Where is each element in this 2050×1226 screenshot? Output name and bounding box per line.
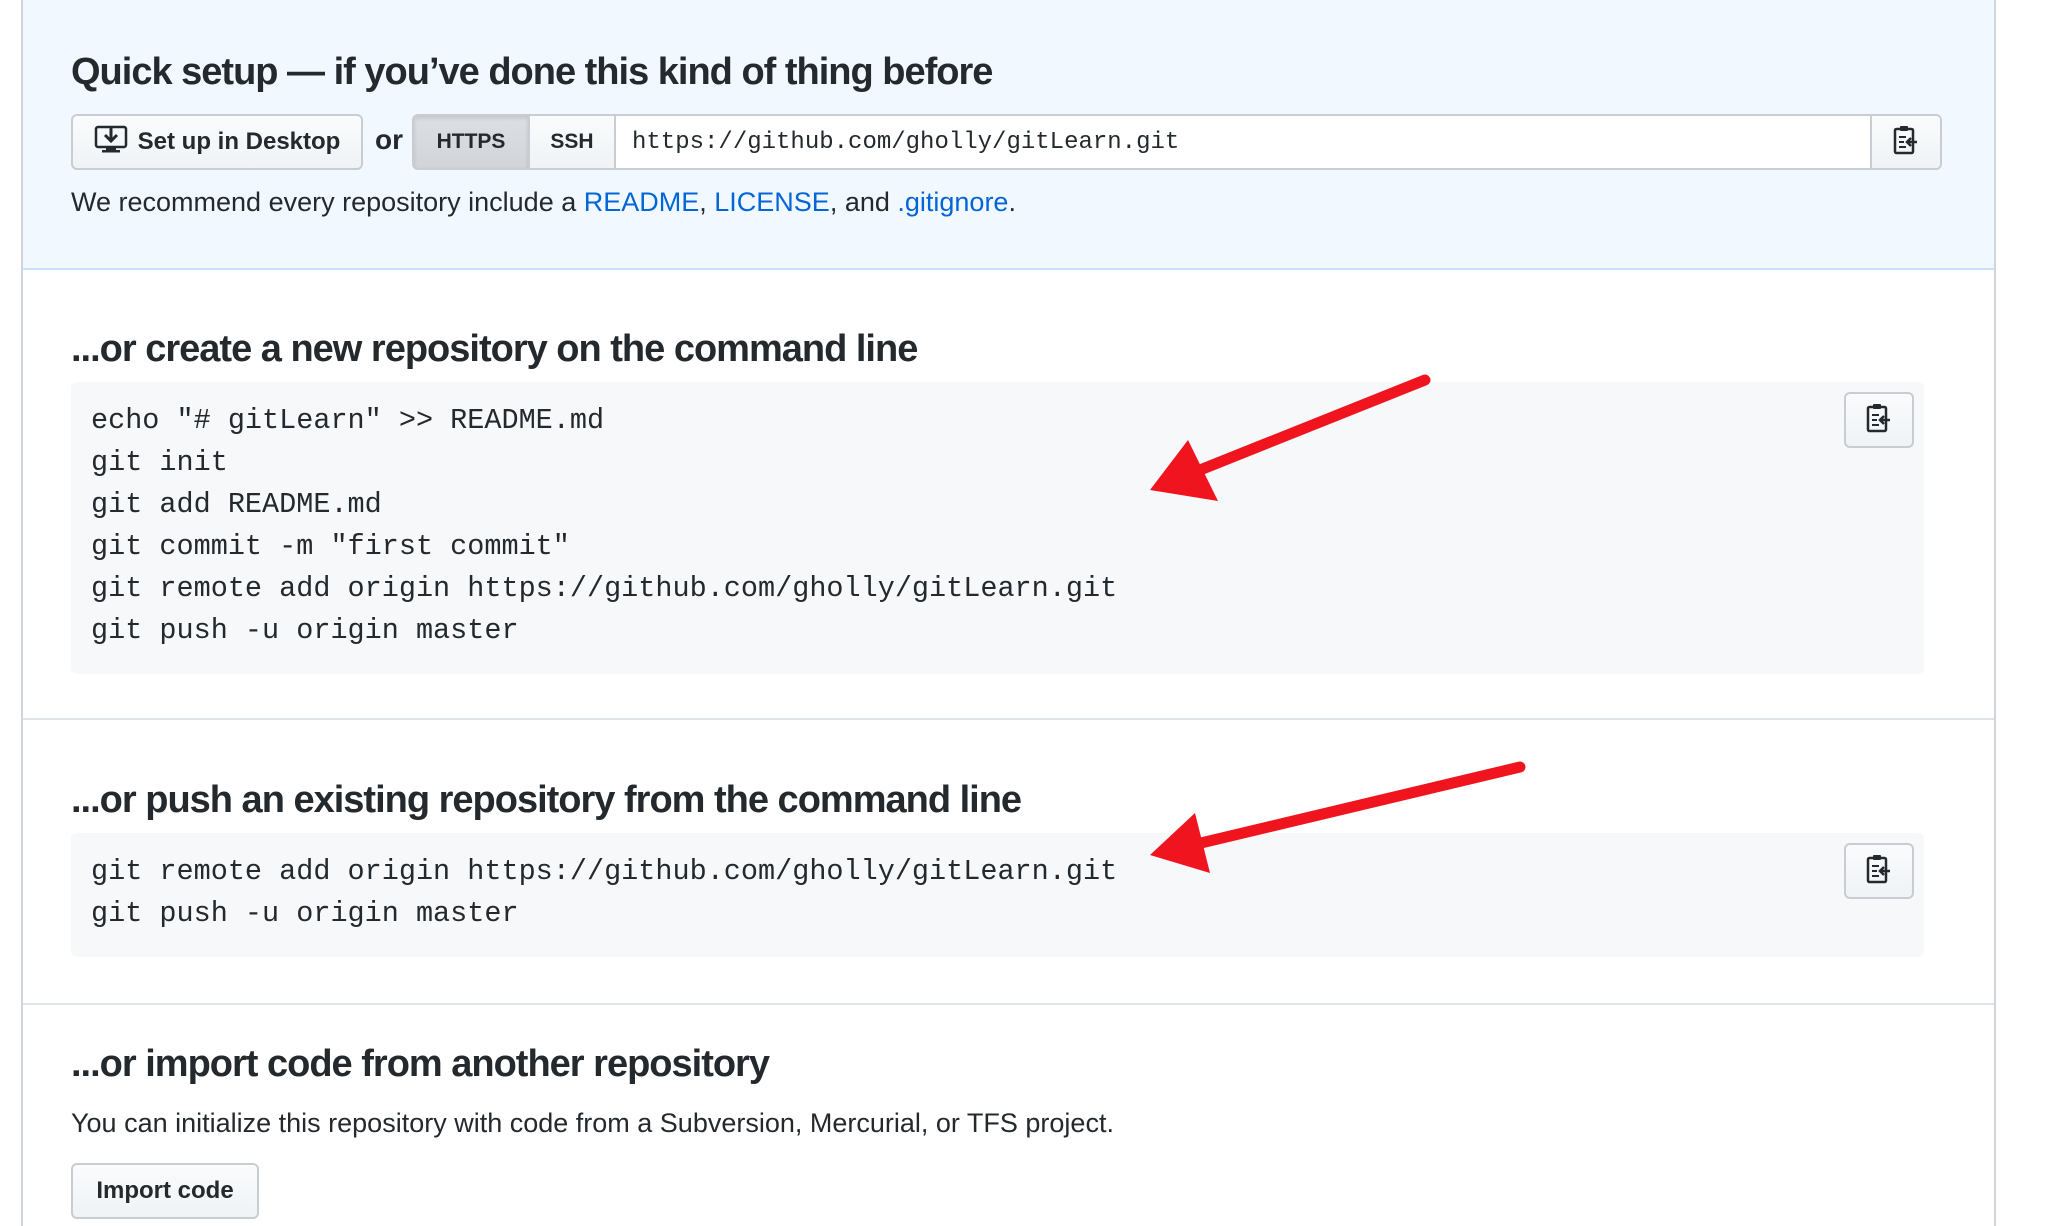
import-description: You can initialize this repository with … [71,1108,1114,1138]
license-link[interactable]: LICENSE [714,187,830,217]
push-existing-code-block: git remote add origin https://github.com… [71,833,1924,957]
clone-url-group: HTTPS SSH [412,114,1942,170]
clipboard-icon [1865,402,1893,439]
https-button[interactable]: HTTPS [414,116,530,168]
create-new-section: ...or create a new repository on the com… [23,270,1994,720]
recommend-text: We recommend every repository include a … [71,187,1016,218]
code-line: git push -u origin master [91,614,519,647]
import-section: ...or import code from another repositor… [23,1005,1994,1226]
recommend-sep: , [699,187,715,217]
copy-clone-url-button[interactable] [1870,116,1940,168]
recommend-prefix: We recommend every repository include a [71,187,584,217]
create-new-code-block: echo "# gitLearn" >> README.md git init gi… [71,382,1924,674]
code-line: git commit -m "first commit" [91,530,570,563]
recommend-suffix: . [1008,187,1016,217]
clone-url-input[interactable] [616,116,1870,168]
code-line: echo "# gitLearn" >> README.md [91,404,605,437]
code-line: git remote add origin https://github.com… [91,572,1118,605]
readme-link[interactable]: README [584,187,700,217]
create-new-title: ...or create a new repository on the com… [71,328,918,370]
desktop-download-icon [94,124,128,161]
clipboard-icon [1892,124,1920,161]
ssh-button[interactable]: SSH [530,116,616,168]
recommend-sep: , and [829,187,898,217]
setup-desktop-button[interactable]: Set up in Desktop [71,114,363,170]
push-existing-title: ...or push an existing repository from t… [71,779,1022,821]
code-line: git init [91,446,228,479]
repo-setup-panel: Quick setup — if you’ve done this kind o… [21,0,1996,1226]
push-existing-section: ...or push an existing repository from t… [23,720,1994,1005]
copy-push-commands-button[interactable] [1844,843,1914,899]
or-label: or [375,124,403,155]
code-line: git remote add origin https://github.com… [91,855,1118,888]
gitignore-link[interactable]: .gitignore [897,187,1008,217]
create-new-code: echo "# gitLearn" >> README.md git init gi… [91,400,1904,652]
setup-desktop-label: Set up in Desktop [137,128,341,155]
import-title: ...or import code from another repositor… [71,1043,770,1085]
quick-setup-section: Quick setup — if you’ve done this kind o… [23,0,1994,270]
code-line: git push -u origin master [91,897,519,930]
clipboard-icon [1865,853,1893,890]
push-existing-code: git remote add origin https://github.com… [91,851,1904,935]
code-line: git add README.md [91,488,382,521]
copy-create-commands-button[interactable] [1844,392,1914,448]
quick-setup-title: Quick setup — if you’ve done this kind o… [71,51,993,93]
import-code-button[interactable]: Import code [71,1163,259,1219]
